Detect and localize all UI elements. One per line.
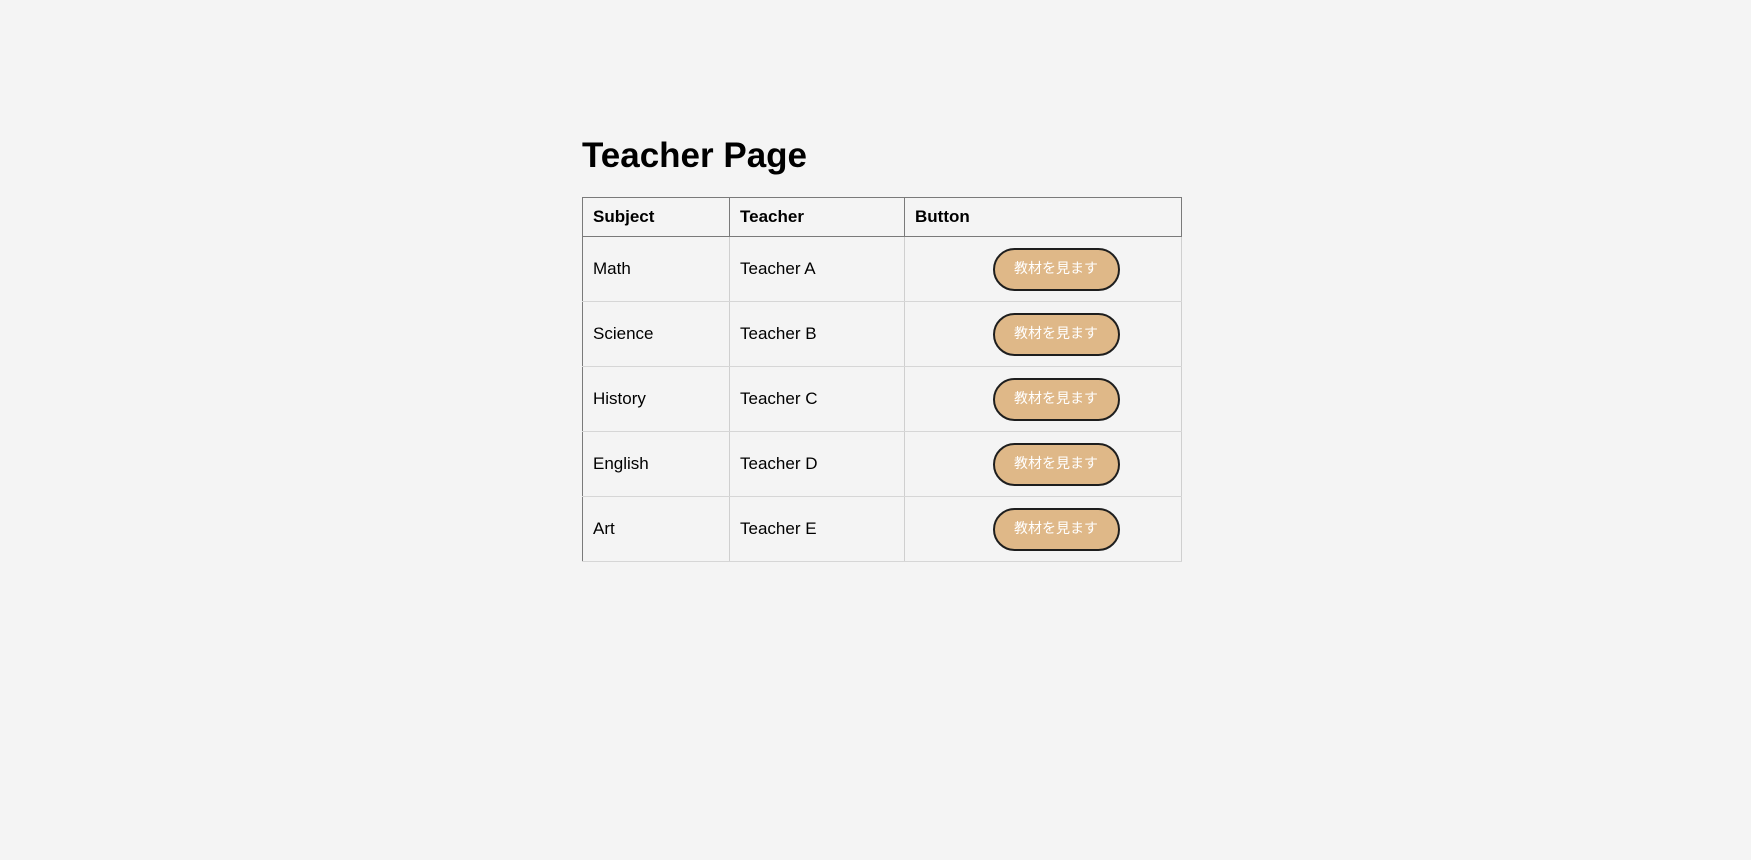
subject-cell: Science [582,301,730,367]
view-materials-button[interactable]: 教材を見ます [992,312,1120,356]
button-cell: 教材を見ます [904,496,1182,562]
teacher-cell: Teacher B [729,301,905,367]
table-header-row: Subject Teacher Button [582,197,1182,237]
page-title: Teacher Page [582,136,808,175]
button-cell: 教材を見ます [904,236,1182,302]
view-materials-button[interactable]: 教材を見ます [992,442,1120,486]
view-materials-button[interactable]: 教材を見ます [992,247,1120,291]
table-row: Math Teacher A 教材を見ます [582,236,1182,302]
button-cell: 教材を見ます [904,301,1182,367]
table-row: Art Teacher E 教材を見ます [582,496,1182,562]
subject-cell: Math [582,236,730,302]
button-cell: 教材を見ます [904,431,1182,497]
view-materials-button[interactable]: 教材を見ます [992,377,1120,421]
button-cell: 教材を見ます [904,366,1182,432]
subject-cell: Art [582,496,730,562]
subject-cell: English [582,431,730,497]
table-row: Science Teacher B 教材を見ます [582,301,1182,367]
teacher-cell: Teacher D [729,431,905,497]
teacher-cell: Teacher C [729,366,905,432]
header-button: Button [904,197,1182,237]
teacher-cell: Teacher E [729,496,905,562]
header-subject: Subject [582,197,730,237]
table-row: History Teacher C 教材を見ます [582,366,1182,432]
teacher-cell: Teacher A [729,236,905,302]
subjects-table: Subject Teacher Button Math Teacher A 教材… [582,197,1182,562]
header-teacher: Teacher [729,197,905,237]
subject-cell: History [582,366,730,432]
view-materials-button[interactable]: 教材を見ます [992,507,1120,551]
table-row: English Teacher D 教材を見ます [582,431,1182,497]
teacher-page: Teacher Page Subject Teacher Button Math… [582,134,1182,562]
